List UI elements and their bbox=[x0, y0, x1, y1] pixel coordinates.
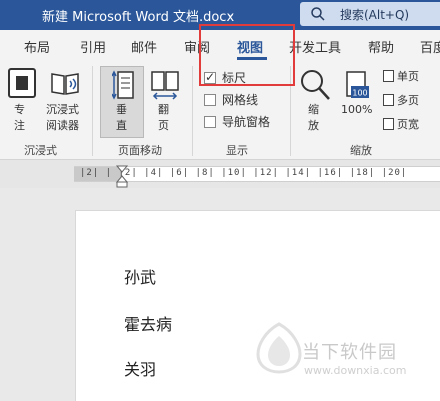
group-divider bbox=[92, 66, 93, 156]
page-width-icon bbox=[383, 118, 394, 130]
one-page-icon bbox=[383, 70, 394, 82]
tab-help[interactable]: 帮助 bbox=[368, 37, 394, 56]
gridlines-label: 网格线 bbox=[222, 93, 259, 107]
group-label-page-movement: 页面移动 bbox=[118, 144, 162, 157]
group-label-show: 显示 bbox=[226, 144, 248, 157]
focus-label-1: 专 bbox=[14, 103, 25, 116]
hundred-badge: 100 bbox=[352, 89, 367, 98]
search-placeholder: 搜索(Alt+Q) bbox=[340, 8, 410, 22]
reader-label-1: 沉浸式 bbox=[46, 103, 79, 116]
zoom-label-2: 放 bbox=[308, 119, 319, 132]
multi-page-label: 多页 bbox=[397, 94, 419, 107]
watermark-logo-icon bbox=[256, 322, 302, 374]
document-line[interactable]: 关羽 bbox=[124, 356, 156, 380]
group-label-immersive: 沉浸式 bbox=[24, 144, 57, 157]
highlight-annotation bbox=[199, 24, 295, 86]
gridlines-checkbox[interactable] bbox=[204, 94, 216, 106]
watermark-url: www.downxia.com bbox=[304, 364, 407, 377]
focus-label-2: 注 bbox=[14, 119, 25, 132]
indent-marker-icon[interactable] bbox=[116, 164, 128, 188]
zoom-100-icon[interactable]: 100 bbox=[345, 70, 369, 100]
side-to-side-icon[interactable] bbox=[150, 70, 180, 100]
flip-label-2: 页 bbox=[158, 119, 169, 132]
tab-references[interactable]: 引用 bbox=[80, 37, 106, 56]
focus-icon[interactable] bbox=[8, 68, 36, 98]
ruler-numbers: |2| | |2| |4| |6| |8| |10| |12| |14| |16… bbox=[80, 168, 408, 178]
search-icon bbox=[311, 7, 325, 21]
vertical-label-2: 直 bbox=[116, 119, 127, 132]
vertical-scroll-icon bbox=[112, 70, 134, 100]
horizontal-ruler[interactable]: |2| | |2| |4| |6| |8| |10| |12| |14| |16… bbox=[74, 166, 440, 182]
vertical-label-1: 垂 bbox=[116, 103, 127, 116]
group-label-zoom: 缩放 bbox=[350, 144, 372, 157]
tab-layout[interactable]: 布局 bbox=[24, 37, 50, 56]
nav-pane-label: 导航窗格 bbox=[222, 115, 271, 129]
multi-page-button[interactable]: 多页 bbox=[383, 92, 419, 108]
one-page-button[interactable]: 单页 bbox=[383, 68, 419, 84]
document-title[interactable]: 新建 Microsoft Word 文档.docx bbox=[42, 6, 234, 25]
zoom-icon[interactable] bbox=[298, 68, 332, 102]
tab-mailings[interactable]: 邮件 bbox=[131, 37, 157, 56]
page-width-button[interactable]: 页宽 bbox=[383, 116, 419, 132]
nav-pane-checkbox-row[interactable]: 导航窗格 bbox=[204, 113, 270, 130]
search-box[interactable]: 搜索(Alt+Q) bbox=[300, 2, 440, 26]
flip-label-1: 翻 bbox=[158, 103, 169, 116]
zoom-label-1: 缩 bbox=[308, 103, 319, 116]
nav-pane-checkbox[interactable] bbox=[204, 116, 216, 128]
immersive-reader-icon[interactable] bbox=[50, 70, 80, 96]
document-line[interactable]: 孙武 bbox=[124, 264, 156, 288]
watermark-text: 当下软件园 bbox=[302, 342, 397, 363]
document-line[interactable]: 霍去病 bbox=[124, 311, 172, 335]
group-divider bbox=[192, 66, 193, 156]
gridlines-checkbox-row[interactable]: 网格线 bbox=[204, 91, 258, 108]
tab-developer[interactable]: 开发工具 bbox=[289, 37, 341, 56]
page-width-label: 页宽 bbox=[397, 118, 419, 131]
reader-label-2: 阅读器 bbox=[46, 119, 79, 132]
multiple-pages-icon bbox=[383, 94, 394, 106]
tab-baidu[interactable]: 百度 bbox=[420, 37, 440, 56]
chevron-down-icon[interactable]: ⌄ bbox=[226, 7, 235, 20]
one-page-label: 单页 bbox=[397, 70, 419, 83]
zoom-100-label: 100% bbox=[341, 103, 373, 116]
